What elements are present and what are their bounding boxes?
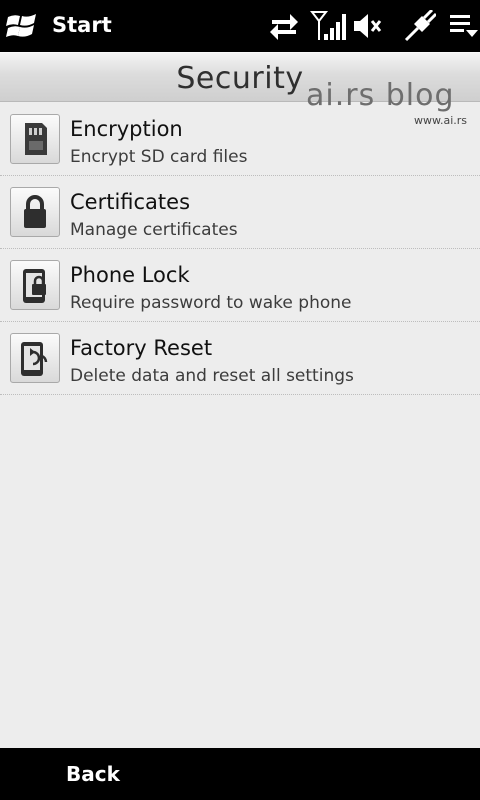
settings-list: Encryption Encrypt SD card files Certifi… — [0, 103, 480, 395]
item-subtitle: Delete data and reset all settings — [70, 366, 354, 386]
list-item-encryption[interactable]: Encryption Encrypt SD card files — [0, 103, 480, 176]
list-item-factory-reset[interactable]: Factory Reset Delete data and reset all … — [0, 322, 480, 395]
item-subtitle: Manage certificates — [70, 220, 238, 240]
phone-reset-icon — [10, 333, 60, 383]
data-sync-icon — [268, 10, 300, 42]
usb-connection-icon — [402, 8, 438, 42]
item-title: Factory Reset — [70, 336, 213, 360]
list-item-certificates[interactable]: Certificates Manage certificates — [0, 176, 480, 249]
start-button[interactable]: Start — [52, 10, 112, 40]
item-title: Encryption — [70, 117, 183, 141]
sd-card-icon — [10, 114, 60, 164]
phone-lock-icon — [10, 260, 60, 310]
signal-strength-icon — [309, 10, 346, 42]
status-bar: Start — [0, 0, 480, 52]
item-subtitle: Encrypt SD card files — [70, 147, 248, 167]
padlock-icon — [10, 187, 60, 237]
item-title: Phone Lock — [70, 263, 190, 287]
windows-logo-icon[interactable] — [6, 11, 40, 41]
softkey-bar: Back — [0, 748, 480, 800]
item-subtitle: Require password to wake phone — [70, 293, 352, 313]
menu-icon[interactable] — [448, 10, 478, 42]
back-button[interactable]: Back — [48, 758, 138, 790]
item-title: Certificates — [70, 190, 191, 214]
list-item-phone-lock[interactable]: Phone Lock Require password to wake phon… — [0, 249, 480, 322]
volume-muted-icon[interactable] — [352, 10, 382, 42]
